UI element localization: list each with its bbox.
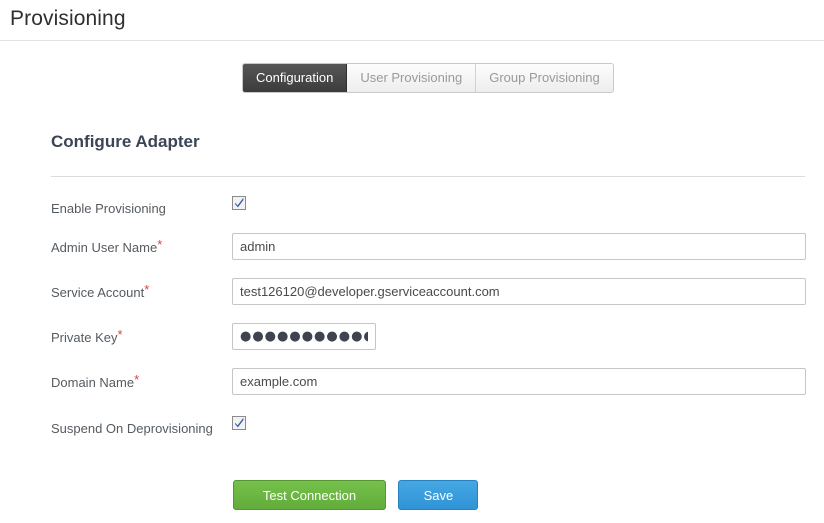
checkbox-suspend-on-deprovisioning[interactable]	[232, 416, 246, 430]
save-button[interactable]: Save	[398, 480, 479, 510]
test-connection-button[interactable]: Test Connection	[233, 480, 386, 510]
label-text: Admin User Name	[51, 240, 158, 255]
required-marker: *	[157, 237, 163, 252]
form-row-suspend-on-deprovisioning: Suspend On Deprovisioning	[0, 410, 824, 450]
section-title: Configure Adapter	[51, 132, 200, 151]
label-service-account: Service Account*	[51, 282, 150, 300]
configure-adapter-form: Enable ProvisioningAdmin User Name*Servi…	[0, 190, 824, 450]
required-marker: *	[144, 282, 150, 297]
section-divider	[51, 176, 805, 177]
form-row-private-key: Private Key*	[0, 320, 824, 365]
label-private-key: Private Key*	[51, 327, 123, 345]
provisioning-tabs: Configuration User Provisioning Group Prov…	[242, 63, 614, 93]
form-actions: Test Connection Save	[233, 480, 479, 510]
form-row-domain-name: Domain Name*	[0, 365, 824, 410]
required-marker: *	[134, 372, 140, 387]
label-text: Service Account	[51, 285, 145, 300]
label-suspend-on-deprovisioning: Suspend On Deprovisioning	[51, 421, 213, 436]
label-text: Domain Name	[51, 375, 135, 390]
tab-user-provisioning[interactable]: User Provisioning	[347, 64, 477, 92]
label-enable-provisioning: Enable Provisioning	[51, 201, 166, 216]
input-private-key[interactable]	[232, 323, 376, 350]
checkbox-enable-provisioning[interactable]	[232, 196, 246, 210]
form-row-admin-user-name: Admin User Name*	[0, 230, 824, 275]
page-title: Provisioning	[10, 7, 126, 30]
form-row-service-account: Service Account*	[0, 275, 824, 320]
label-text: Private Key	[51, 330, 118, 345]
input-domain-name[interactable]	[232, 368, 806, 395]
label-text: Enable Provisioning	[51, 201, 166, 216]
required-marker: *	[117, 327, 123, 342]
page-header: Provisioning	[0, 0, 824, 41]
label-admin-user-name: Admin User Name*	[51, 237, 163, 255]
input-service-account[interactable]	[232, 278, 806, 305]
tab-configuration[interactable]: Configuration	[243, 64, 348, 92]
tab-group-provisioning[interactable]: Group Provisioning	[476, 64, 613, 92]
label-text: Suspend On Deprovisioning	[51, 421, 213, 436]
input-admin-user-name[interactable]	[232, 233, 806, 260]
label-domain-name: Domain Name*	[51, 372, 140, 390]
form-row-enable-provisioning: Enable Provisioning	[0, 190, 824, 230]
